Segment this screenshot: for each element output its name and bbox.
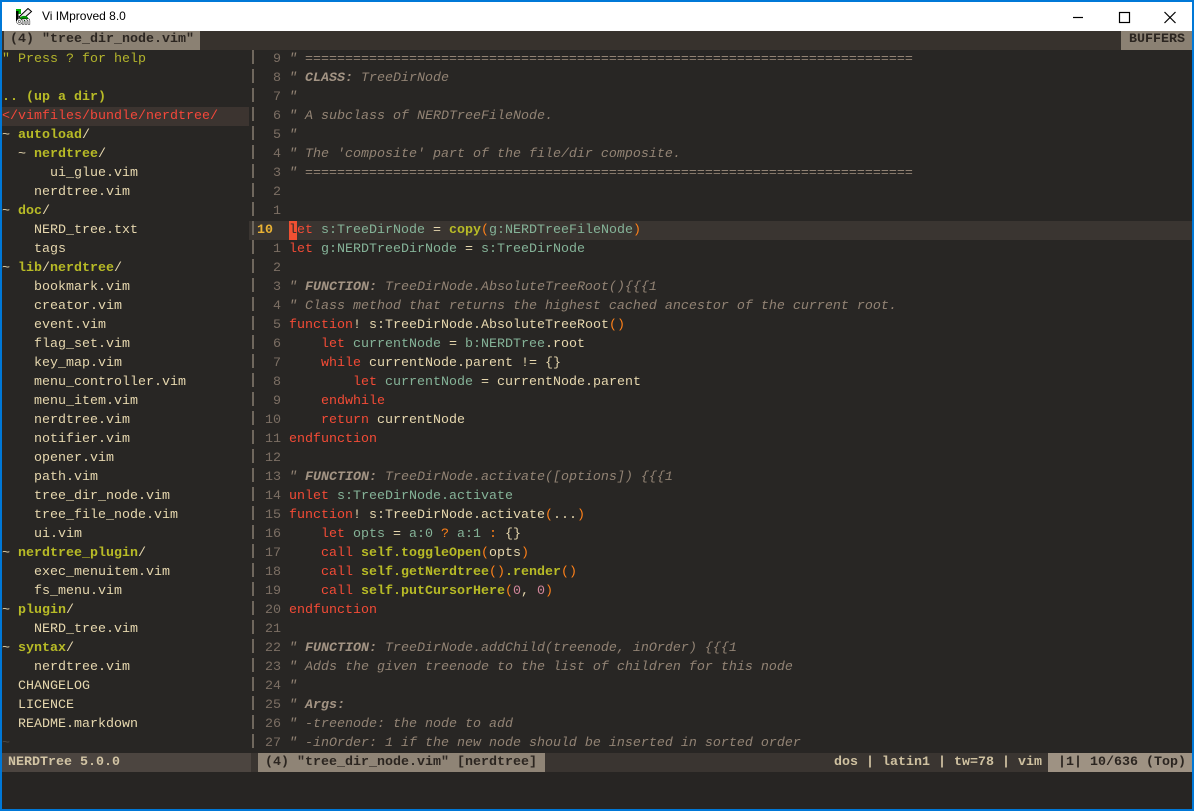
svg-text:om: om — [17, 16, 30, 25]
